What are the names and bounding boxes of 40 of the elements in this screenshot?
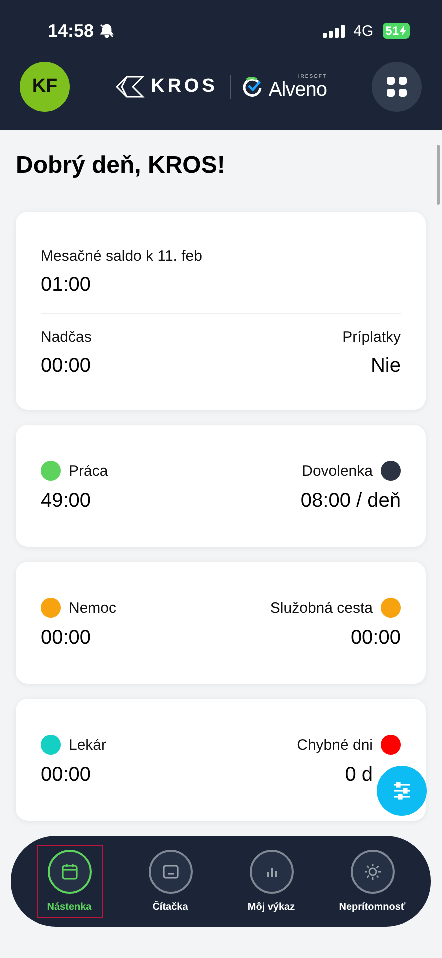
- nav-tab[interactable]: Neprítomnosť: [340, 845, 406, 918]
- stat-value: 00:00: [350, 627, 401, 650]
- battery-indicator: 51: [382, 23, 410, 39]
- stat-label: Nadčas: [41, 329, 92, 346]
- stat-label: Práca: [69, 462, 108, 480]
- stat-label: Nemoc: [69, 600, 117, 616]
- user-avatar[interactable]: KF: [20, 62, 70, 112]
- stat-value: 0 d: [345, 764, 373, 787]
- nav-tab[interactable]: Nástenka: [36, 845, 102, 918]
- apps-grid-icon: [387, 77, 407, 97]
- stat-value: 49:00: [41, 490, 92, 513]
- network-label: 4G: [354, 22, 374, 40]
- stat-label: Príplatky: [342, 329, 401, 346]
- apps-menu-button[interactable]: [372, 62, 422, 112]
- sliders-icon: [392, 781, 412, 801]
- scrollbar: [437, 145, 440, 205]
- stat-label: Lekár: [69, 736, 107, 754]
- stat-label: Chybné dni: [297, 736, 373, 754]
- stat-value: Nie: [370, 355, 401, 378]
- stat-value: 00:00: [41, 627, 92, 650]
- check-circle-icon: [242, 77, 263, 97]
- signal-icon: [322, 24, 345, 38]
- nav-tab[interactable]: Môj výkaz: [238, 845, 304, 918]
- muted-bell-icon: [99, 23, 116, 39]
- stat-label: Dovolenka: [302, 462, 373, 480]
- stat-value: 00:00: [41, 355, 92, 378]
- stat-label: Mesačné saldo k 11. feb: [41, 248, 204, 265]
- stat-label: Služobná cesta: [270, 600, 373, 616]
- stat-value: 01:00: [41, 274, 92, 297]
- nav-tab[interactable]: Čítačka: [138, 845, 204, 918]
- alveno-logo-text: Alveno: [268, 80, 328, 100]
- kros-logo-icon: [114, 76, 145, 98]
- sun-icon: [364, 863, 382, 881]
- card-reader-icon: [162, 863, 180, 881]
- stat-value: 08:00 / deň: [300, 490, 401, 513]
- status-time: 14:58: [48, 20, 94, 42]
- greeting-heading: Dobrý deň, KROS!: [16, 152, 226, 180]
- calendar-icon: [60, 863, 78, 881]
- kros-logo-text: KROS: [150, 76, 218, 98]
- stat-value: 00:00: [41, 764, 92, 787]
